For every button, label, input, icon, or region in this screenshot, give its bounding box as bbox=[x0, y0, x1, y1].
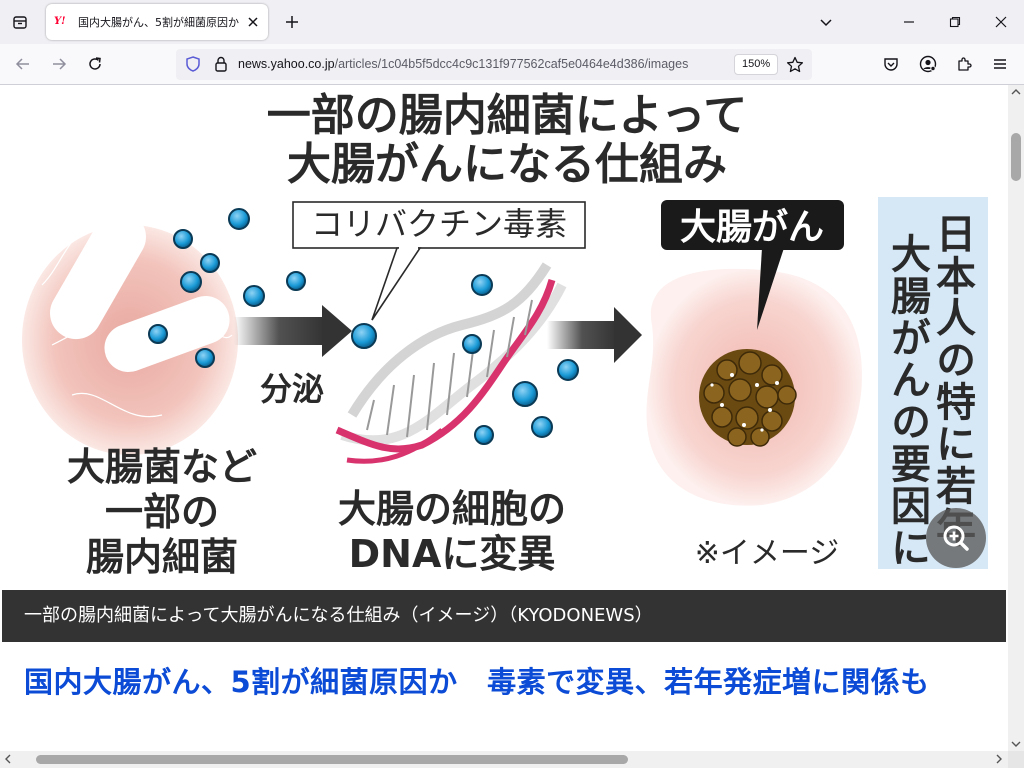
window-minimize-button[interactable] bbox=[886, 0, 932, 44]
side-text-line2: 大腸がんの要因に bbox=[884, 233, 931, 569]
tab-list-button[interactable] bbox=[6, 8, 34, 36]
bacteria-label-line3: 腸内細菌 bbox=[86, 535, 238, 579]
reload-icon bbox=[89, 57, 101, 70]
side-text-line1: 日本人の特に若年 bbox=[929, 213, 976, 549]
scroll-left-arrow-icon[interactable] bbox=[3, 754, 13, 764]
infographic: 一部の腸内細菌によって 大腸がんになる仕組み 分泌 コリバクチン毒素 大腸がん … bbox=[22, 90, 988, 579]
toxin-label: コリバクチン毒素 bbox=[311, 205, 567, 243]
article-headline[interactable]: 国内大腸がん、5割が細菌原因か 毒素で変異、若年発症増に関係も bbox=[24, 663, 974, 701]
article-image[interactable]: 一部の腸内細菌によって 大腸がんになる仕組み 分泌 コリバクチン毒素 大腸がん … bbox=[2, 85, 1006, 590]
scroll-up-arrow-icon[interactable] bbox=[1011, 87, 1021, 97]
vertical-scroll-thumb[interactable] bbox=[1011, 133, 1021, 181]
dna-illustration bbox=[335, 262, 567, 464]
address-bar[interactable]: news.yahoo.co.jp/articles/1c04b5f5dcc4c9… bbox=[176, 49, 812, 80]
extensions-icon bbox=[958, 57, 972, 71]
image-note: ※イメージ bbox=[695, 536, 840, 571]
bacteria-illustration bbox=[22, 204, 238, 455]
dna-label-line2: DNAに変異 bbox=[349, 532, 556, 576]
scroll-down-arrow-icon[interactable] bbox=[1011, 739, 1021, 749]
horizontal-scroll-thumb[interactable] bbox=[36, 755, 628, 764]
dna-label-line1: 大腸の細胞の bbox=[338, 487, 566, 531]
mutation-arrow bbox=[547, 307, 642, 363]
tab-title: 国内大腸がん、5割が細菌原因か bbox=[78, 16, 239, 29]
vertical-scrollbar[interactable] bbox=[1008, 85, 1024, 751]
figure-title-line2: 大腸がんになる仕組み bbox=[287, 139, 727, 190]
window-close-button[interactable] bbox=[978, 0, 1024, 44]
extensions-button[interactable] bbox=[949, 50, 979, 78]
url-path: /articles/1c04b5f5dcc4c9c131f977562caf5e… bbox=[334, 57, 689, 71]
pocket-icon bbox=[884, 58, 898, 71]
menu-icon bbox=[994, 59, 1006, 69]
scroll-right-arrow-icon[interactable] bbox=[994, 754, 1004, 764]
account-button[interactable] bbox=[913, 50, 943, 78]
yahoo-favicon-icon: Y! bbox=[54, 16, 66, 27]
figure-title-line1: 一部の腸内細菌によって bbox=[267, 90, 747, 141]
url-text[interactable]: news.yahoo.co.jp/articles/1c04b5f5dcc4c9… bbox=[238, 57, 724, 71]
url-domain: news.yahoo.co.jp bbox=[238, 57, 335, 71]
application-menu-button[interactable] bbox=[985, 50, 1015, 78]
cancer-label: 大腸がん bbox=[680, 207, 824, 248]
plus-icon bbox=[286, 16, 298, 28]
tab-close-button[interactable] bbox=[244, 13, 262, 31]
forward-button[interactable] bbox=[44, 50, 74, 78]
maximize-icon bbox=[949, 16, 961, 28]
back-icon bbox=[15, 58, 29, 70]
bookmark-button[interactable] bbox=[784, 54, 806, 76]
star-icon bbox=[786, 56, 804, 73]
active-tab[interactable]: Y! 国内大腸がん、5割が細菌原因か bbox=[46, 4, 268, 40]
secretion-arrow bbox=[234, 305, 352, 357]
tumor-illustration bbox=[646, 268, 862, 506]
shield-icon[interactable] bbox=[184, 55, 202, 73]
navigation-toolbar: news.yahoo.co.jp/articles/1c04b5f5dcc4c9… bbox=[0, 44, 1024, 85]
minimize-icon bbox=[904, 21, 914, 23]
window-restore-button[interactable] bbox=[932, 0, 978, 44]
reload-button[interactable] bbox=[80, 50, 110, 78]
page-viewport: 一部の腸内細菌によって 大腸がんになる仕組み 分泌 コリバクチン毒素 大腸がん … bbox=[0, 85, 1008, 751]
scrollbar-corner bbox=[1008, 751, 1024, 768]
chevron-down-icon bbox=[820, 19, 832, 27]
zoom-in-icon bbox=[943, 525, 969, 551]
back-button[interactable] bbox=[8, 50, 38, 78]
bacteria-label-line2: 一部の bbox=[105, 490, 219, 534]
new-tab-button[interactable] bbox=[278, 8, 306, 36]
lock-icon[interactable] bbox=[212, 55, 230, 73]
close-icon bbox=[248, 17, 258, 27]
secrete-label: 分泌 bbox=[260, 370, 324, 408]
forward-icon bbox=[53, 58, 67, 70]
image-zoom-button[interactable] bbox=[926, 508, 986, 568]
save-to-pocket-button[interactable] bbox=[876, 50, 906, 78]
list-all-tabs-button[interactable] bbox=[812, 8, 840, 36]
horizontal-scrollbar[interactable] bbox=[0, 751, 1008, 768]
image-caption: 一部の腸内細菌によって大腸がんになる仕組み（イメージ）（KYODONEWS） bbox=[2, 590, 1006, 642]
tab-strip: Y! 国内大腸がん、5割が細菌原因か bbox=[0, 0, 1024, 44]
tab-list-icon bbox=[13, 16, 27, 29]
close-icon bbox=[995, 16, 1007, 28]
zoom-level-badge[interactable]: 150% bbox=[734, 54, 779, 75]
bacteria-label-line1: 大腸菌など bbox=[67, 445, 257, 489]
account-icon bbox=[919, 55, 937, 73]
